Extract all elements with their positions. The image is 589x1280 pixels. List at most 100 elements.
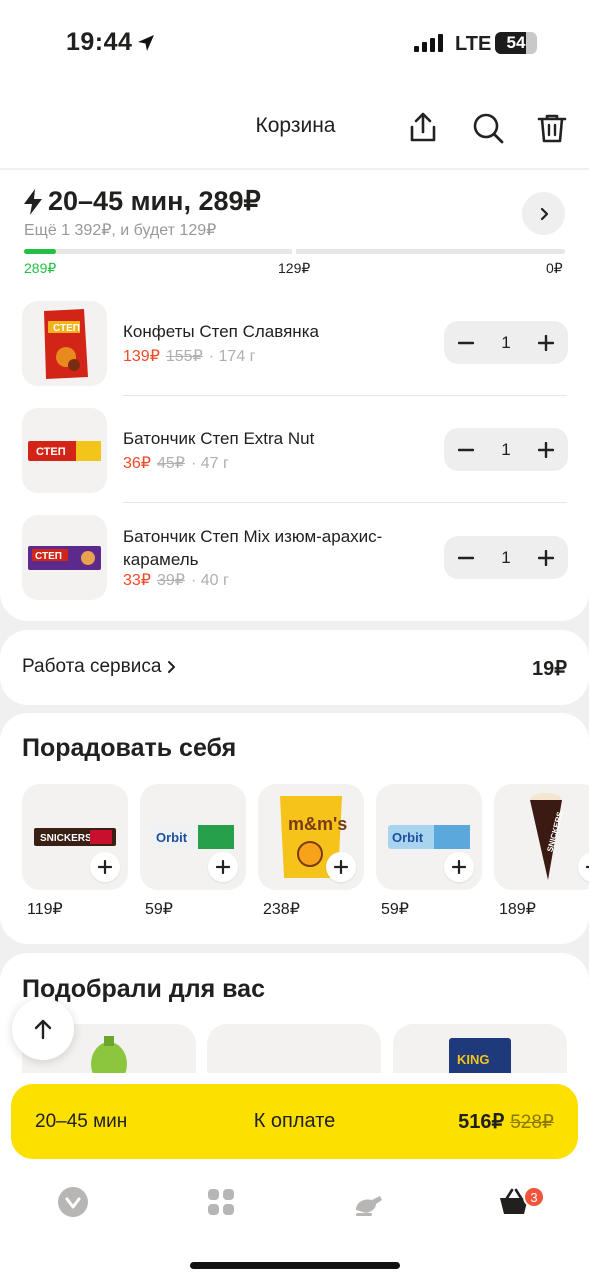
section-title: Порадовать себя	[22, 734, 237, 762]
checkout-delivery-time: 20–45 мин	[35, 1110, 128, 1132]
minus-icon	[458, 448, 474, 451]
progress-label-end: 0₽	[546, 260, 563, 276]
product-card-orbit-mint[interactable]: Orbit	[376, 784, 482, 890]
service-fee-row[interactable]: Работа сервиса	[22, 656, 177, 678]
item-weight: · 47 г	[190, 455, 229, 472]
product-card-mms[interactable]: m&m's	[258, 784, 364, 890]
delivery-info: 20–45 мин, 289₽	[22, 186, 261, 217]
quantity-value: 1	[501, 332, 511, 352]
increase-button[interactable]	[536, 440, 556, 460]
delivery-details-button[interactable]	[522, 192, 565, 235]
plus-icon	[216, 860, 230, 874]
network-type: LTE	[455, 33, 492, 55]
old-total-price: 528₽	[510, 1112, 554, 1133]
cart-badge: 3	[523, 1186, 545, 1208]
delivery-title: 20–45 мин, 289₽	[48, 186, 261, 216]
trash-icon[interactable]	[534, 110, 570, 146]
search-icon[interactable]	[470, 110, 506, 146]
battery-level: 54	[506, 33, 526, 52]
add-to-cart-button[interactable]	[208, 852, 238, 882]
progress-label-mid: 129₽	[278, 260, 311, 276]
plus-icon	[538, 549, 554, 566]
plus-icon	[538, 441, 554, 458]
product-price: 119₽	[27, 901, 63, 918]
plus-icon	[452, 860, 466, 874]
plus-icon	[538, 334, 554, 351]
delivery-progress-bar	[24, 249, 565, 254]
cellular-signal-icon	[414, 34, 443, 52]
section-title: Подобрали для вас	[22, 975, 265, 1003]
increase-button[interactable]	[536, 333, 556, 353]
item-price: 36₽	[123, 455, 151, 472]
plus-icon	[334, 860, 348, 874]
svg-text:Orbit: Orbit	[156, 830, 188, 845]
tab-favorites[interactable]	[57, 1186, 89, 1218]
progress-divider	[292, 249, 296, 254]
cart-item-price: 33₽ 39₽ · 40 г	[123, 570, 229, 590]
decrease-button[interactable]	[456, 333, 476, 353]
scroll-to-top-button[interactable]	[12, 998, 74, 1060]
product-price: 238₽	[263, 901, 300, 918]
service-price: 19₽	[532, 658, 567, 680]
add-to-cart-button[interactable]	[326, 852, 356, 882]
chevron-right-icon	[168, 661, 176, 673]
quantity-stepper: 1	[444, 321, 568, 364]
svg-text:m&m's: m&m's	[288, 814, 347, 834]
cart-item-name[interactable]: Батончик Степ Extra Nut	[123, 427, 423, 450]
product-image-step-mix[interactable]: СТЕП	[22, 515, 107, 600]
quantity-stepper: 1	[444, 536, 568, 579]
item-weight: · 40 г	[190, 572, 229, 589]
plus-icon	[98, 860, 112, 874]
product-price: 59₽	[145, 901, 173, 918]
product-price: 59₽	[381, 901, 409, 918]
product-card-snickers-icecream[interactable]: SNICKERS	[494, 784, 589, 890]
checkout-button[interactable]: 20–45 мин К оплате 516₽ 528₽	[11, 1084, 578, 1159]
cart-item-price: 139₽ 155₽ · 174 г	[123, 346, 256, 366]
delivery-subtitle: Ещё 1 392₽, и будет 129₽	[24, 222, 217, 239]
location-arrow-icon	[138, 35, 154, 51]
cart-item-name[interactable]: Батончик Степ Mix изюм-арахис-карамель	[123, 525, 413, 571]
svg-text:Orbit: Orbit	[392, 830, 424, 845]
progress-label-start: 289₽	[24, 260, 57, 276]
tab-recipes[interactable]	[352, 1186, 384, 1218]
item-old-price: 45₽	[156, 455, 185, 472]
service-label: Работа сервиса	[22, 656, 162, 677]
product-price: 189₽	[499, 901, 536, 918]
checkout-total: 516₽ 528₽	[458, 1109, 554, 1134]
cart-item-price: 36₽ 45₽ · 47 г	[123, 453, 229, 473]
product-card-orbit-white[interactable]: Orbit	[140, 784, 246, 890]
cart-item-name[interactable]: Конфеты Степ Славянка	[123, 320, 423, 343]
item-old-price: 155₽	[165, 348, 203, 365]
add-to-cart-button[interactable]	[90, 852, 120, 882]
quantity-value: 1	[501, 439, 511, 459]
app-header: Корзина	[0, 88, 589, 168]
minus-icon	[458, 556, 474, 559]
svg-text:SNICKERS: SNICKERS	[40, 833, 92, 844]
chevron-right-icon	[540, 207, 548, 220]
minus-icon	[458, 341, 474, 344]
total-price: 516₽	[458, 1111, 505, 1133]
arrow-up-icon	[34, 1019, 52, 1040]
svg-text:KING: KING	[457, 1052, 490, 1067]
product-card-snickers-super[interactable]: SNICKERS	[22, 784, 128, 890]
home-indicator	[190, 1262, 400, 1269]
lightning-icon	[24, 188, 42, 215]
product-image-slavyanka[interactable]: СТЕП	[22, 301, 107, 386]
item-weight: · 174 г	[208, 348, 256, 365]
tab-catalog[interactable]	[205, 1186, 237, 1218]
decrease-button[interactable]	[456, 440, 476, 460]
status-bar: 19:44 LTE 54	[0, 0, 589, 88]
svg-text:СТЕП: СТЕП	[53, 323, 80, 334]
increase-button[interactable]	[536, 548, 556, 568]
item-price: 33₽	[123, 572, 151, 589]
item-divider	[123, 502, 567, 503]
add-to-cart-button[interactable]	[444, 852, 474, 882]
decrease-button[interactable]	[456, 548, 476, 568]
share-icon[interactable]	[405, 110, 441, 146]
status-time: 19:44	[66, 28, 133, 56]
svg-text:СТЕП: СТЕП	[35, 551, 62, 562]
product-image-extra-nut[interactable]: СТЕП	[22, 408, 107, 493]
battery-icon: 54	[495, 32, 537, 54]
svg-text:СТЕП: СТЕП	[36, 446, 66, 458]
quantity-stepper: 1	[444, 428, 568, 471]
